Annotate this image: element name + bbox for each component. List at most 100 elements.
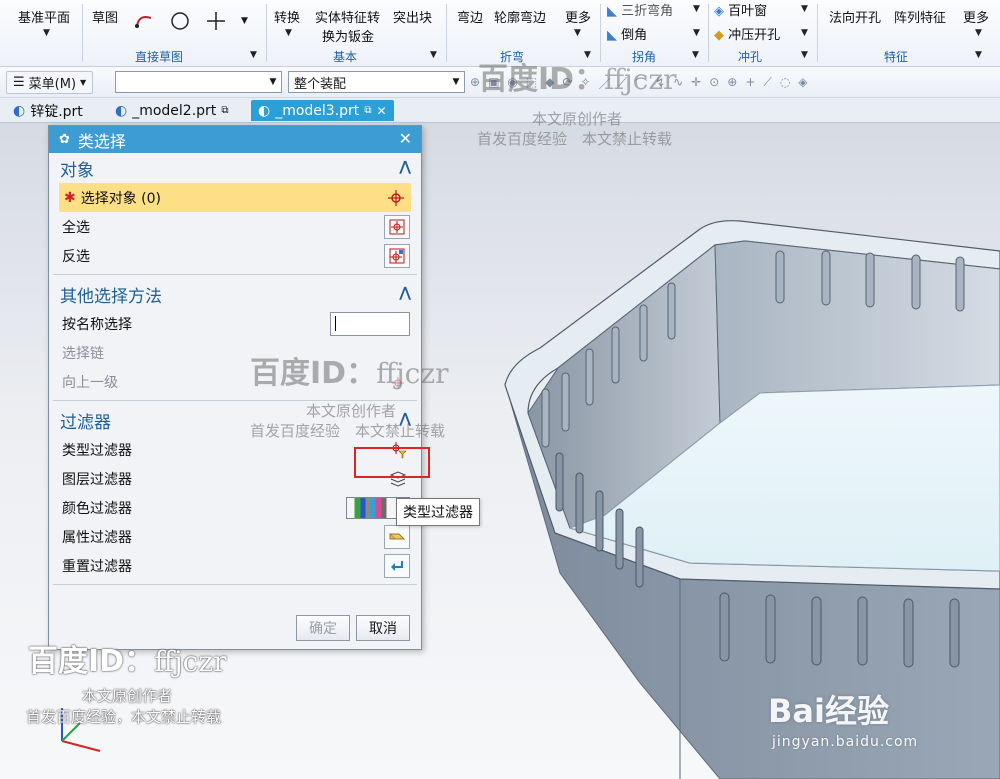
color-filter-row[interactable]: 颜色过滤器 (49, 493, 421, 522)
punch-cutout-icon: ◆ (714, 28, 724, 43)
assembly-icon[interactable]: ◉ (507, 75, 517, 92)
ribbon-separator (82, 4, 83, 62)
close-icon[interactable]: ✕ (399, 129, 412, 148)
curve-point-icon[interactable]: ⌒ (635, 75, 647, 92)
basic-dropdown-icon[interactable]: ▼ (430, 50, 437, 60)
collapse-icon[interactable]: ⋀ (399, 411, 411, 427)
ribbon: 基准平面 ▼ 草图 ▼ 直接草图 ▼ 转换 ▼ 实体特征转 换为钣金 突出块 基… (0, 0, 1000, 67)
tri-bend-button[interactable]: ◣ 三折弯角 (607, 0, 673, 19)
normal-cutout-button[interactable]: 法向开孔 (829, 7, 881, 26)
wcs-triad-icon (61, 708, 101, 752)
invert-selection-icon[interactable] (384, 243, 410, 268)
more-feature-button[interactable]: 更多 (963, 7, 989, 26)
solid-to-sheet-button-line2[interactable]: 换为钣金 (322, 26, 374, 45)
bend-dropdown-icon[interactable]: ▼ (584, 50, 591, 60)
rotate-icon[interactable]: ⟳ (562, 75, 572, 92)
louver-dropdown-icon[interactable]: ▼ (801, 4, 808, 14)
name-input[interactable] (330, 311, 410, 336)
arc-icon[interactable] (133, 10, 155, 32)
select-all-icon[interactable] (384, 214, 410, 239)
menu-button[interactable]: ☰ 菜单(M) ▼ (6, 71, 94, 94)
corner-dropdown-icon[interactable]: ▼ (692, 50, 699, 60)
attribute-filter-icon[interactable] (384, 524, 410, 549)
select-icon[interactable]: ⊕ (470, 75, 480, 92)
protrude-button[interactable]: 突出块 (393, 7, 432, 26)
punch-cutout-button[interactable]: ◆ 冲压开孔 (714, 24, 780, 43)
solid-to-sheet-button-line1[interactable]: 实体特征转 (315, 7, 380, 26)
more-bend-dropdown-icon[interactable]: ▼ (574, 28, 581, 38)
contour-flange-button[interactable]: 轮廓弯边 (494, 7, 546, 26)
dialog-title-bar[interactable]: ✿ 类选择 ✕ (49, 126, 421, 153)
selection-scope-combo[interactable]: 整个装配 ▼ (288, 71, 465, 93)
crosshair-icon[interactable] (384, 187, 408, 209)
nx-window: 基准平面 ▼ 草图 ▼ 直接草图 ▼ 转换 ▼ 实体特征转 换为钣金 突出块 基… (0, 0, 1000, 779)
control-point-icon[interactable]: ↯ (655, 75, 665, 92)
pattern-feature-button[interactable]: 阵列特征 (894, 7, 946, 26)
chamfer-button[interactable]: ◣ 倒角 (607, 24, 647, 43)
datum-plane-button[interactable]: 基准平面 (18, 7, 70, 26)
intersection-icon[interactable]: ✛ (691, 75, 701, 92)
menu-dropdown-icon: ▼ (80, 78, 87, 87)
gear-icon[interactable]: ✿ (59, 132, 70, 147)
datum-plane-dropdown-icon[interactable]: ▼ (43, 28, 50, 38)
group-feature: 特征 (884, 50, 909, 64)
tab-zinc-ingot[interactable]: ◐ 锌锭.prt (6, 100, 90, 121)
divider (53, 400, 417, 401)
select-all-row[interactable]: 全选 (49, 212, 421, 241)
circle-icon[interactable] (169, 10, 191, 32)
chamfer-dropdown-icon[interactable]: ▼ (693, 28, 700, 38)
menu-icon: ☰ (13, 75, 25, 90)
mid-point-icon[interactable]: ⟋ (619, 75, 627, 92)
attribute-filter-row[interactable]: 属性过滤器 (49, 522, 421, 551)
tab-model3[interactable]: ◐ _model3.prt ⧉ ✕ (251, 100, 394, 121)
section-other-methods-header[interactable]: 其他选择方法 ⋀ (49, 279, 421, 309)
collapse-icon[interactable]: ⋀ (399, 159, 411, 175)
ribbon-separator (817, 4, 818, 62)
chevron-down-icon: ▼ (269, 77, 277, 87)
divider (53, 274, 417, 275)
section-filter-header[interactable]: 过滤器 ⋀ (49, 405, 421, 435)
type-filter-combo[interactable]: ▼ (115, 71, 282, 93)
reset-filter-row[interactable]: 重置过滤器 (49, 551, 421, 580)
sketch-more-dropdown-icon[interactable]: ▼ (241, 16, 248, 26)
sketch-button[interactable]: 草图 (92, 7, 118, 26)
end-point-icon[interactable]: ／ (599, 75, 611, 92)
close-tab-icon[interactable]: ✕ (376, 104, 386, 118)
select-object-row[interactable]: ✱ 选择对象 (0) (59, 183, 411, 212)
more-feature-dropdown-icon[interactable]: ▼ (975, 28, 982, 38)
quadrant-icon[interactable]: ⊕ (727, 75, 737, 92)
louver-button[interactable]: ◈ 百叶窗 (714, 0, 767, 19)
group-select-icon[interactable]: ▣ (488, 75, 499, 92)
cancel-button[interactable]: 取消 (356, 615, 410, 641)
punch-dropdown-icon[interactable]: ▼ (801, 50, 808, 60)
point-icon[interactable] (205, 10, 227, 32)
highlight-marker (354, 447, 430, 478)
punch-cutout-dropdown-icon[interactable]: ▼ (801, 28, 808, 38)
box-select-icon[interactable]: ⬚ (526, 75, 537, 92)
ribbon-separator (600, 4, 601, 62)
baidu-jingyan-logo: Bai经验 (768, 692, 889, 730)
direct-sketch-dropdown-icon[interactable]: ▼ (250, 50, 257, 60)
part-icon: ◐ (13, 102, 26, 119)
convert-dropdown-icon[interactable]: ▼ (285, 28, 292, 38)
tab-model2[interactable]: ◐ _model2.prt ⧉ (108, 100, 235, 121)
tri-bend-dropdown-icon[interactable]: ▼ (693, 4, 700, 14)
more-bend-button[interactable]: 更多 (565, 7, 591, 26)
ok-button[interactable]: 确定 (296, 615, 350, 641)
collapse-icon[interactable]: ⋀ (399, 285, 411, 301)
section-object-header[interactable]: 对象 ⋀ (49, 153, 421, 183)
cube-icon[interactable]: ◆ (545, 75, 554, 92)
snap-icon[interactable]: ✧ (581, 75, 591, 92)
flange-button[interactable]: 弯边 (457, 7, 483, 26)
spline-icon[interactable]: ∿ (673, 75, 683, 92)
invert-selection-row[interactable]: 反选 (49, 241, 421, 270)
existing-point-icon[interactable]: + (745, 75, 755, 92)
feature-dropdown-icon[interactable]: ▼ (975, 50, 982, 60)
convert-button[interactable]: 转换 (274, 7, 300, 26)
point-on-curve-icon[interactable]: ⟋ (763, 75, 771, 92)
group-punch: 冲孔 (738, 50, 763, 64)
arc-center-icon[interactable]: ⊙ (709, 75, 719, 92)
point-on-face-icon[interactable]: ◌ (780, 75, 790, 92)
reset-arrow-icon[interactable] (384, 553, 410, 578)
bounded-grid-icon[interactable]: ◈ (798, 75, 807, 92)
